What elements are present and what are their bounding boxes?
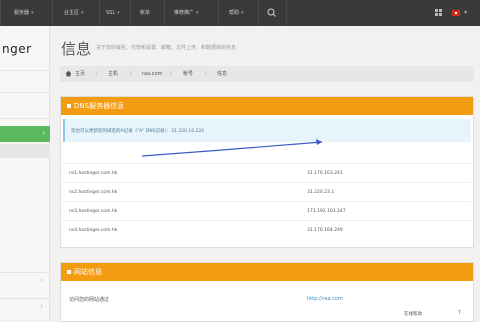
table-row: ns3.hostinger.com.hk 173.192.103.247 [63,201,471,220]
table-row: ns4.hostinger.com.hk 31.170.164.249 [63,220,471,239]
taskbar-item[interactable]: 在线帮助 [404,311,422,317]
breadcrumb-item-home[interactable]: 主页 [75,71,85,77]
search-icon[interactable] [262,7,282,19]
nav-item-referrals[interactable]: 推荐推广 ▾ [174,9,199,17]
chevron-down-icon[interactable]: ▾ [464,9,472,19]
divider [52,0,53,26]
home-icon[interactable] [65,70,72,77]
divider [0,272,50,273]
nameserver-host: ns1.hostinger.com.hk [69,171,118,176]
panel-header-icon [67,270,71,274]
breadcrumb-separator: / [130,71,132,77]
nav-item-help[interactable]: 帮助 ▾ [229,9,244,17]
panel-title: 网站信息 [74,268,102,276]
table-row: ns2.hostinger.com.hk 31.220.23.1 [63,182,471,201]
language-flag-icon[interactable] [452,10,460,16]
site-info-key: 访问您的网站通过 [69,297,110,303]
nameserver-ip: 173.192.103.247 [307,209,346,214]
breadcrumb-separator: / [170,71,172,77]
chevron-down-icon: ▾ [241,10,244,16]
divider [0,92,50,93]
nav-label: SSL [106,10,116,16]
breadcrumb-separator: / [205,71,207,77]
chevron-down-icon: ▾ [196,10,199,16]
notice-text: 您也可以更新您的域名的A记录（"A" DNS记录）：31.220.16.220 [71,129,205,134]
sidebar: nger › › › [0,26,50,320]
nav-item-server[interactable]: 服务器 ▾ [14,9,34,17]
nameserver-ip: 31.170.164.249 [307,228,343,233]
chevron-right-icon[interactable]: › [40,302,43,310]
sidebar-subitem[interactable] [0,144,50,158]
divider [0,0,1,26]
table-row: 访问您的网站通过 http://raa.com [63,289,471,307]
taskbar: 在线帮助 T [396,308,480,320]
a-record-notice: 您也可以更新您的域名的A记录（"A" DNS记录）：31.220.16.220 [63,119,471,142]
panel-header: DNS服务器信息 [61,97,473,115]
divider [286,0,287,26]
nav-label: 服务器 [14,10,30,16]
panel-title: DNS服务器信息 [74,102,125,110]
nav-item-customer-area[interactable]: 业主区 ▾ [64,9,84,17]
nameserver-ip: 31.220.23.1 [307,190,335,195]
chevron-down-icon: ▾ [31,10,34,16]
nav-item-ssl[interactable]: SSL ▾ [106,9,120,17]
nav-label: 推荐推广 [174,10,195,16]
divider [130,0,131,26]
divider [99,0,100,26]
nav-label: 账单 [140,10,151,16]
logo: nger [2,42,32,56]
chevron-down-icon: ▾ [81,10,84,16]
breadcrumb-item-domain[interactable]: raa.com [142,71,162,77]
breadcrumb-item-account[interactable]: 帐号 [183,71,193,77]
chevron-right-icon[interactable]: › [40,276,43,284]
nameserver-host: ns3.hostinger.com.hk [69,209,118,214]
nameserver-host: ns4.hostinger.com.hk [69,228,118,233]
breadcrumb: 主页 / 主机 / raa.com / 帐号 / 信息 [60,66,474,82]
table-row: ns1.hostinger.com.hk 31.170.163.241 [63,163,471,182]
top-navigation-bar: 服务器 ▾ 业主区 ▾ SSL ▾ 账单 推荐推广 ▾ 帮助 ▾ ▾ [0,0,480,26]
site-url-link[interactable]: http://raa.com [307,296,343,302]
dns-info-panel: DNS服务器信息 您也可以更新您的域名的A记录（"A" DNS记录）：31.22… [60,96,474,248]
breadcrumb-item-info: 信息 [217,71,228,77]
chevron-right-icon: › [42,129,45,137]
divider [0,298,50,299]
nameserver-ip: 31.170.163.241 [307,171,343,176]
panel-header: 网站信息 [61,263,473,281]
divider [0,70,50,71]
divider [164,0,165,26]
grid-icon[interactable] [434,8,444,18]
nav-item-billing[interactable]: 账单 [140,9,150,17]
nav-label: 业主区 [64,10,80,16]
nav-label: 帮助 [229,10,240,16]
divider [218,0,219,26]
chevron-down-icon: ▾ [117,10,120,16]
breadcrumb-separator: / [96,71,98,77]
divider [0,118,50,119]
page-title: 信息 [61,40,92,58]
panel-header-icon [67,104,71,108]
taskbar-item[interactable]: T [458,311,461,316]
sidebar-item-active[interactable]: › [0,126,50,142]
divider [258,0,259,26]
breadcrumb-item-hosting[interactable]: 主机 [108,71,118,77]
page-subtitle: 关于您的域名、托管和设置、邮箱、文件上传、和数据库的信息 [96,45,237,51]
nameserver-host: ns2.hostinger.com.hk [69,190,118,195]
